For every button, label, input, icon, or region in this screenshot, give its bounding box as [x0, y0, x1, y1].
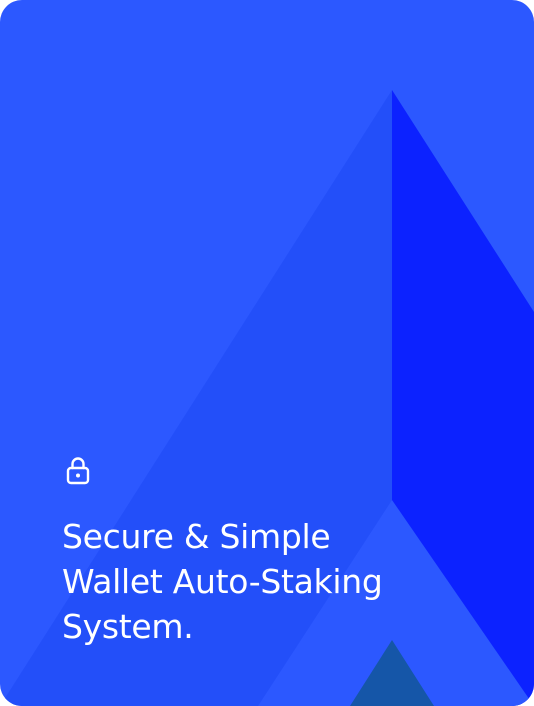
headline: Secure & Simple Wallet Auto-Staking Syst… — [62, 514, 502, 649]
promo-card: Secure & Simple Wallet Auto-Staking Syst… — [0, 0, 534, 706]
headline-line-3: System. — [62, 607, 194, 646]
lock-icon — [66, 457, 90, 485]
headline-line-1: Secure & Simple — [62, 517, 331, 556]
headline-line-2: Wallet Auto-Staking — [62, 562, 383, 601]
